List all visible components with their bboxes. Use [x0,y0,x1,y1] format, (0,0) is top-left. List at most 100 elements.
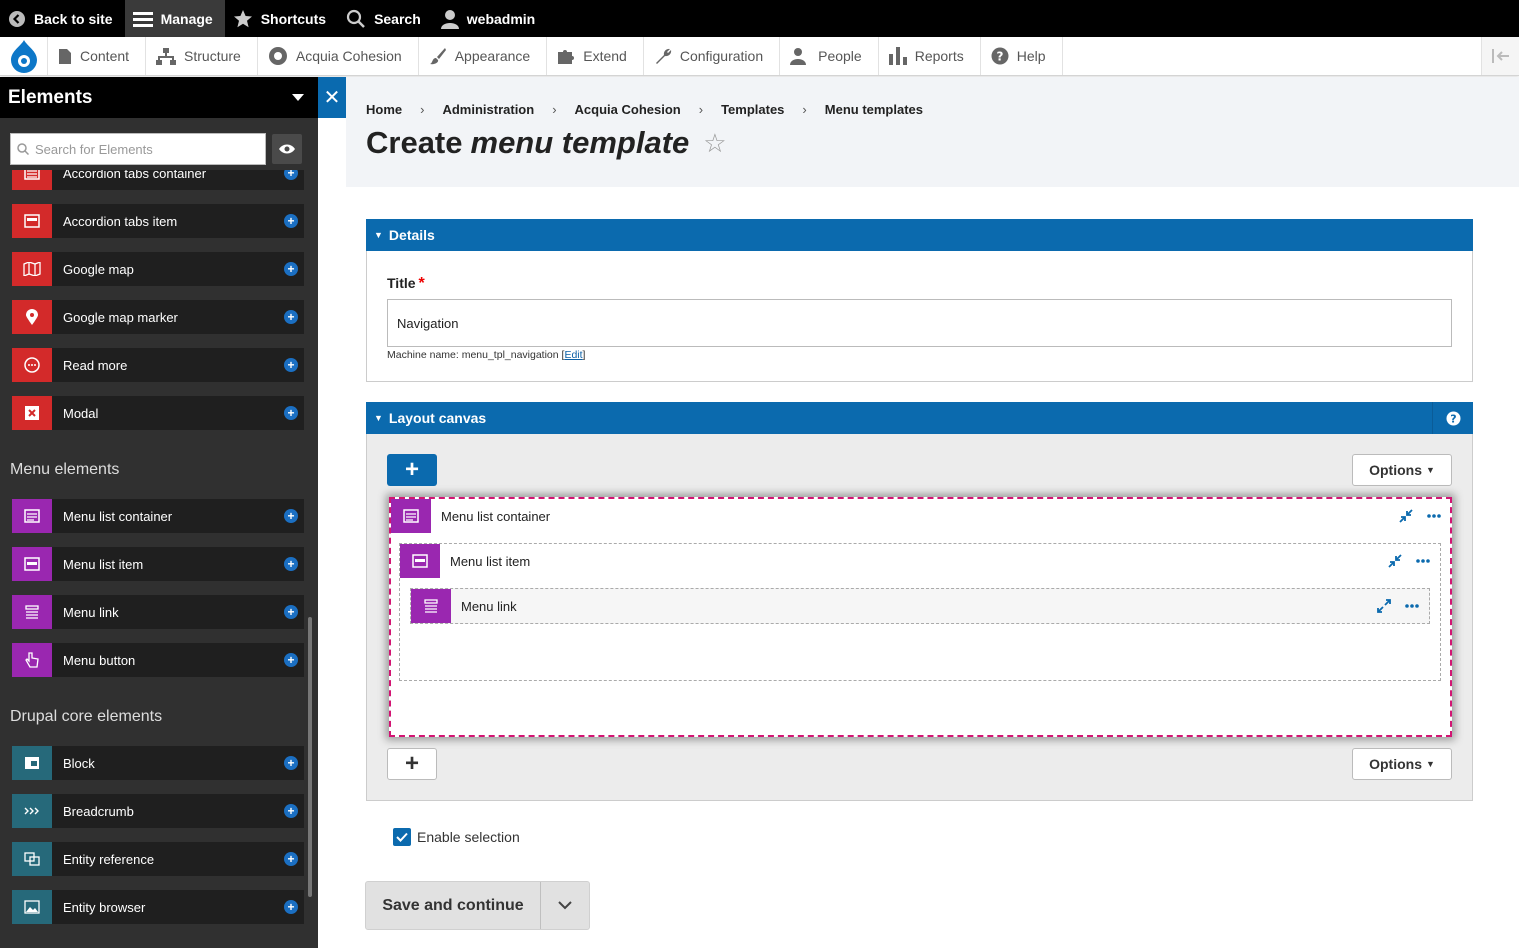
document-icon [59,48,71,64]
menu-list-item-block[interactable]: Menu list item Menu link [399,543,1441,681]
add-element-icon[interactable]: + [284,358,298,372]
search-tab[interactable]: Search [338,0,433,37]
details-heading: Details [388,227,435,243]
category-menu-elements[interactable]: Menu elements [10,461,119,479]
element-label: Read more [63,357,128,373]
close-icon: ✕ [323,87,341,109]
breadcrumb-templates[interactable]: Templates [721,102,784,117]
list-item[interactable]: Block + [12,746,304,780]
add-element-icon[interactable]: + [284,509,298,523]
save-and-continue-button[interactable]: Save and continue [366,882,541,929]
tray-extend[interactable]: Extend [547,37,644,75]
list-item[interactable]: Breadcrumb + [12,794,304,828]
tray-acquia-cohesion[interactable]: Acquia Cohesion [258,37,419,75]
menu-list-container-icon [391,499,431,533]
menu-link-block[interactable]: Menu link [410,588,1430,624]
add-element-icon[interactable]: + [284,262,298,276]
collapse-arrows-icon[interactable] [1388,554,1402,568]
tray-orientation-toggle[interactable] [1481,37,1519,75]
add-element-icon[interactable]: + [284,653,298,667]
map-marker-icon [12,300,52,334]
search-label: Search [374,10,421,27]
sidebar-scrollbar[interactable] [308,617,312,897]
add-element-button-bottom[interactable]: + [387,748,437,780]
list-item[interactable]: Menu link + [12,595,304,629]
breadcrumb-administration[interactable]: Administration [442,102,534,117]
tray-help[interactable]: ? Help [981,37,1063,75]
breadcrumb-acquia-cohesion[interactable]: Acquia Cohesion [575,102,681,117]
machine-name-text: Machine name: menu_tpl_navigation [387,349,559,361]
pointer-hand-icon [12,643,52,677]
elements-search-input[interactable]: Search for Elements [10,133,266,165]
close-sidebar-button[interactable]: ✕ [318,77,346,118]
tray-people[interactable]: People [780,37,879,75]
title-field[interactable]: Navigation [387,299,1452,347]
list-item[interactable]: Menu list item + [12,547,304,581]
list-item[interactable]: Modal + [12,396,304,430]
layout-canvas-heading: Layout canvas [388,410,487,426]
list-item[interactable]: Read more + [12,348,304,382]
tray-configuration[interactable]: Configuration [644,37,781,75]
list-item[interactable]: Accordion tabs container + [12,170,304,190]
menu-list-item-icon [400,544,440,578]
add-element-icon[interactable]: + [284,170,298,180]
chevron-down-icon[interactable] [292,93,304,102]
list-item[interactable]: Menu list container + [12,499,304,533]
user-label: webadmin [466,10,536,27]
list-item[interactable]: Entity reference + [12,842,304,876]
options-button-bottom[interactable]: Options ▼ [1352,748,1452,780]
tray-configuration-label: Configuration [679,48,764,64]
more-options-icon[interactable] [1427,514,1441,518]
breadcrumb-home[interactable]: Home [366,102,402,117]
collapse-arrows-icon[interactable] [1399,509,1413,523]
enable-selection-checkbox[interactable] [393,828,411,846]
machine-name-edit-link[interactable]: Edit [564,349,582,361]
shortcuts-tab[interactable]: Shortcuts [225,0,338,37]
save-dropdown-toggle[interactable] [541,882,589,929]
machine-name: Machine name: menu_tpl_navigation [Edit] [387,349,586,361]
details-summary[interactable]: ▼ Details [366,219,1473,251]
add-element-icon[interactable]: + [284,406,298,420]
add-element-icon[interactable]: + [284,605,298,619]
tray-reports[interactable]: Reports [879,37,981,75]
shortcut-star-icon[interactable]: ☆ [703,128,726,159]
user-tab[interactable]: webadmin [433,0,547,37]
page-header: Home › Administration › Acquia Cohesion … [346,77,1519,187]
expand-arrows-icon[interactable] [1377,599,1391,613]
menu-link-icon [12,595,52,629]
tray-content[interactable]: Content [48,37,147,75]
options-label: Options [1369,462,1422,478]
tray-appearance[interactable]: Appearance [419,37,548,75]
list-item[interactable]: Google map + [12,252,304,286]
layout-canvas-summary[interactable]: ▼ Layout canvas [366,402,1473,434]
hamburger-icon [132,11,153,27]
add-element-icon[interactable]: + [284,804,298,818]
more-options-icon[interactable] [1405,604,1419,608]
add-element-icon[interactable]: + [284,852,298,866]
back-to-site-link[interactable]: Back to site [0,0,125,37]
tray-appearance-label: Appearance [454,48,531,64]
title-field-value: Navigation [397,315,459,331]
add-element-icon[interactable]: + [284,214,298,228]
options-button-top[interactable]: Options ▼ [1352,454,1452,486]
add-element-icon[interactable]: + [284,756,298,770]
canvas-help-button[interactable]: ? [1432,402,1473,434]
visibility-toggle[interactable] [272,134,302,164]
list-item[interactable]: Menu button + [12,643,304,677]
add-element-button[interactable]: + [387,454,437,486]
list-item[interactable]: Accordion tabs item + [12,204,304,238]
list-item[interactable]: Google map marker + [12,300,304,334]
drupal-logo[interactable] [0,37,48,75]
tray-structure[interactable]: Structure [146,37,258,75]
add-element-icon[interactable]: + [284,310,298,324]
puzzle-icon [558,50,575,64]
manage-tab[interactable]: Manage [124,0,225,37]
add-element-icon[interactable]: + [284,900,298,914]
menu-list-container-block[interactable]: Menu list container Menu list item Menu … [389,497,1452,737]
category-drupal-core[interactable]: Drupal core elements [10,708,162,726]
more-options-icon[interactable] [1416,559,1430,563]
add-element-icon[interactable]: + [284,557,298,571]
list-item[interactable]: Entity browser + [12,890,304,924]
enable-selection-label[interactable]: Enable selection [417,829,520,845]
breadcrumb-menu-templates[interactable]: Menu templates [825,102,923,117]
